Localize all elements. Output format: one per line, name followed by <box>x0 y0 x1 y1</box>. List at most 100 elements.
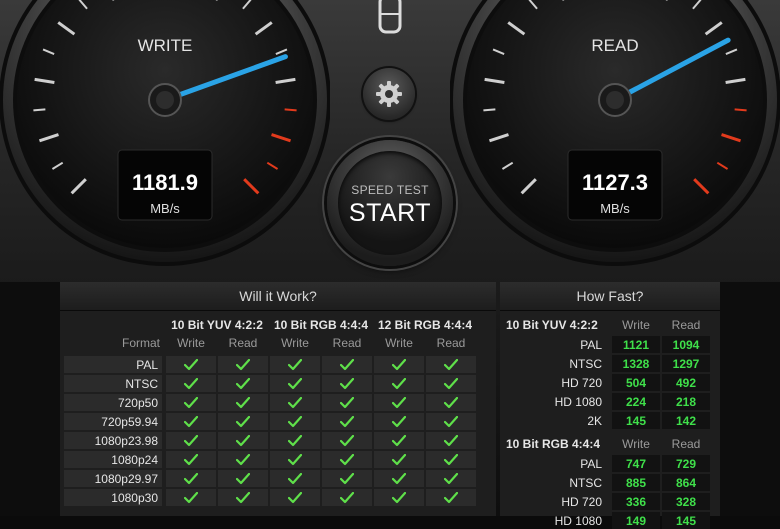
checkmark-icon <box>392 473 406 485</box>
will-it-work-panel: Will it Work? 10 Bit YUV 4:2:2WriteRead1… <box>60 282 496 516</box>
write-speed-unit: MB/s <box>150 201 180 216</box>
how-fast-write-value: 885 <box>612 476 660 490</box>
start-button-label: START <box>349 199 431 228</box>
how-fast-panel: How Fast? 10 Bit YUV 4:2:2WriteReadPAL11… <box>500 282 720 516</box>
gauge-redline-tick <box>285 109 297 110</box>
format-label: 720p59.94 <box>64 415 158 429</box>
will-col-write: Write <box>166 336 216 350</box>
will-col-write: Write <box>270 336 320 350</box>
checkmark-icon <box>444 397 458 409</box>
format-label: 1080p29.97 <box>64 472 158 486</box>
how-fast-row-label: NTSC <box>500 476 602 490</box>
checkmark-icon <box>288 435 302 447</box>
how-fast-col-read: Read <box>662 318 710 332</box>
checkmark-icon <box>288 473 302 485</box>
checkmark-icon <box>340 378 354 390</box>
start-button[interactable]: SPEED TEST START <box>338 151 442 255</box>
start-button-bezel: SPEED TEST START <box>327 140 453 266</box>
format-label: 720p50 <box>64 396 158 410</box>
checkmark-icon <box>184 416 198 428</box>
will-col-read: Read <box>218 336 268 350</box>
how-fast-row-label: HD 1080 <box>500 395 602 409</box>
how-fast-row-label: PAL <box>500 457 602 471</box>
checkmark-icon <box>444 359 458 371</box>
how-fast-row-label: HD 720 <box>500 376 602 390</box>
right-margin <box>720 282 780 516</box>
checkmark-icon <box>340 473 354 485</box>
how-fast-read-value: 328 <box>662 495 710 509</box>
how-fast-row-label: HD 1080 <box>500 514 602 528</box>
how-fast-col-read: Read <box>662 437 710 451</box>
checkmark-icon <box>184 378 198 390</box>
checkmark-icon <box>444 473 458 485</box>
how-fast-read-value: 1297 <box>662 357 710 371</box>
how-fast-read-value: 1094 <box>662 338 710 352</box>
how-fast-read-value: 142 <box>662 414 710 428</box>
gauge-tick <box>33 109 45 110</box>
checkmark-icon <box>392 378 406 390</box>
checkmark-icon <box>288 416 302 428</box>
checkmark-icon <box>236 454 250 466</box>
write-gauge-label: WRITE <box>138 36 193 55</box>
gear-icon <box>374 79 404 109</box>
how-fast-write-value: 1121 <box>612 338 660 352</box>
how-fast-write-value: 145 <box>612 414 660 428</box>
checkmark-icon <box>236 416 250 428</box>
gauge-redline-tick <box>735 109 747 110</box>
how-fast-write-value: 747 <box>612 457 660 471</box>
checkmark-icon <box>288 378 302 390</box>
how-fast-read-value: 145 <box>662 514 710 528</box>
checkmark-icon <box>236 359 250 371</box>
how-fast-section-header: 10 Bit RGB 4:4:4 <box>506 437 610 451</box>
checkmark-icon <box>340 454 354 466</box>
will-group-header: 10 Bit YUV 4:2:2 <box>166 318 268 332</box>
will-it-work-title: Will it Work? <box>60 282 496 311</box>
checkmark-icon <box>444 416 458 428</box>
checkmark-icon <box>288 359 302 371</box>
how-fast-row-label: HD 720 <box>500 495 602 509</box>
will-group-header: 12 Bit RGB 4:4:4 <box>374 318 476 332</box>
checkmark-icon <box>392 454 406 466</box>
checkmark-icon <box>184 359 198 371</box>
read-speed-unit: MB/s <box>600 201 630 216</box>
checkmark-icon <box>288 397 302 409</box>
write-gauge: WRITE1181.9MB/s <box>0 0 330 300</box>
will-col-read: Read <box>322 336 372 350</box>
how-fast-col-write: Write <box>612 437 660 451</box>
checkmark-icon <box>444 492 458 504</box>
checkmark-icon <box>444 454 458 466</box>
left-margin <box>0 282 60 516</box>
how-fast-row-label: 2K <box>500 414 602 428</box>
format-label: 1080p24 <box>64 453 158 467</box>
checkmark-icon <box>392 492 406 504</box>
checkmark-icon <box>340 492 354 504</box>
how-fast-section-header: 10 Bit YUV 4:2:2 <box>506 318 610 332</box>
settings-button[interactable] <box>363 68 415 120</box>
format-header: Format <box>60 336 160 350</box>
how-fast-read-value: 729 <box>662 457 710 471</box>
checkmark-icon <box>288 492 302 504</box>
how-fast-title: How Fast? <box>500 282 720 311</box>
how-fast-read-value: 492 <box>662 376 710 390</box>
start-button-subtitle: SPEED TEST <box>351 183 428 197</box>
checkmark-icon <box>340 359 354 371</box>
checkmark-icon <box>184 473 198 485</box>
checkmark-icon <box>184 492 198 504</box>
gauge-tick <box>483 109 495 110</box>
checkmark-icon <box>392 416 406 428</box>
checkmark-icon <box>184 397 198 409</box>
checkmark-icon <box>392 435 406 447</box>
how-fast-write-value: 149 <box>612 514 660 528</box>
how-fast-read-value: 864 <box>662 476 710 490</box>
how-fast-row-label: PAL <box>500 338 602 352</box>
checkmark-icon <box>184 435 198 447</box>
checkmark-icon <box>236 435 250 447</box>
format-label: 1080p30 <box>64 491 158 505</box>
read-gauge: READ1127.3MB/s <box>450 0 780 300</box>
read-speed-value: 1127.3 <box>582 170 648 195</box>
format-label: PAL <box>64 358 158 372</box>
checkmark-icon <box>184 454 198 466</box>
checkmark-icon <box>340 435 354 447</box>
format-label: 1080p23.98 <box>64 434 158 448</box>
checkmark-icon <box>392 359 406 371</box>
